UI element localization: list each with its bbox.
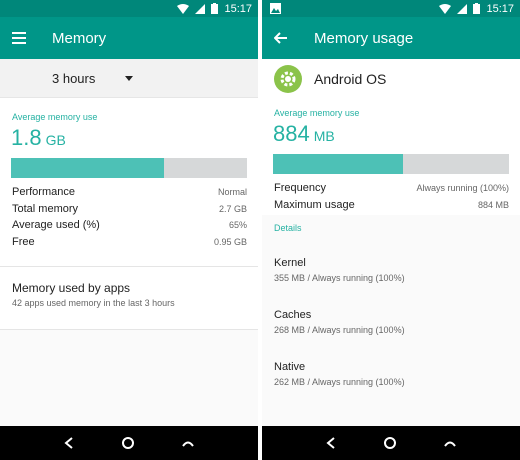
home-icon[interactable] xyxy=(383,436,397,450)
stat-row-maximum-usage: Maximum usage 884 MB xyxy=(274,199,509,216)
app-bar: Memory xyxy=(0,17,258,59)
status-bar: 15:17 xyxy=(262,0,520,17)
stat-value: Normal xyxy=(217,187,247,197)
wifi-icon xyxy=(177,3,190,14)
app-name: Android OS xyxy=(314,70,387,87)
average-memory-number: 884 xyxy=(273,121,310,146)
signal-icon xyxy=(195,3,206,14)
average-memory-value: 884 MB xyxy=(262,123,520,147)
home-icon[interactable] xyxy=(121,436,135,450)
memory-summary-card: Average memory use 884 MB Frequency Alway… xyxy=(262,98,520,215)
detail-item-native[interactable]: Native 262 MB / Always running (100%) xyxy=(262,349,520,401)
stat-label: Average used (%) xyxy=(12,219,100,231)
image-notification-icon xyxy=(270,3,281,14)
average-memory-unit: MB xyxy=(313,128,335,144)
stat-label: Total memory xyxy=(12,202,79,215)
apps-item-title: Memory used by apps xyxy=(12,281,131,295)
stat-row-average-used: Average used (%) 65% xyxy=(12,219,247,236)
recents-icon[interactable] xyxy=(182,439,195,447)
app-bar: Memory usage xyxy=(262,17,520,59)
memory-usage-bar xyxy=(273,154,509,174)
detail-title: Kernel xyxy=(274,257,306,269)
detail-item-caches[interactable]: Caches 268 MB / Always running (100%) xyxy=(262,297,520,349)
battery-icon xyxy=(211,3,219,14)
stat-value: 2.7 GB xyxy=(218,203,247,214)
average-memory-value: 1.8 GB xyxy=(0,127,258,151)
details-label: Details xyxy=(274,223,302,233)
average-memory-number: 1.8 xyxy=(11,125,42,150)
signal-icon xyxy=(457,3,468,14)
hamburger-menu-icon[interactable] xyxy=(12,32,26,44)
apps-item-subtitle: 42 apps used memory in the last 3 hours xyxy=(12,298,175,308)
app-header: Android OS xyxy=(262,59,520,98)
memory-usage-bar xyxy=(11,158,247,178)
page-title: Memory xyxy=(52,29,107,47)
detail-subtitle: 268 MB / Always running (100%) xyxy=(274,325,405,335)
stat-row-frequency: Frequency Always running (100%) xyxy=(274,182,509,199)
status-bar: 15:17 xyxy=(0,0,258,17)
wifi-icon xyxy=(439,3,452,14)
battery-icon xyxy=(473,3,481,14)
average-memory-label: Average memory use xyxy=(12,112,98,122)
memory-usage-bar-fill xyxy=(273,154,403,174)
stat-label: Free xyxy=(12,235,35,248)
average-memory-unit: GB xyxy=(45,132,66,148)
stat-label: Performance xyxy=(12,186,75,198)
stat-value: 65% xyxy=(228,220,247,230)
back-icon[interactable] xyxy=(326,437,336,449)
page-title: Memory usage xyxy=(314,29,414,47)
memory-summary-card: Average memory use 1.8 GB Performance Nor… xyxy=(0,98,258,330)
stat-row-free: Free 0.95 GB xyxy=(12,236,247,253)
divider xyxy=(0,329,258,330)
stat-label: Maximum usage xyxy=(274,198,355,211)
memory-usage-bar-fill xyxy=(11,158,165,178)
navigation-bar xyxy=(262,426,520,460)
stat-row-total-memory: Total memory 2.7 GB xyxy=(12,203,247,220)
time-range-spinner[interactable]: 3 hours xyxy=(0,59,258,98)
detail-subtitle: 355 MB / Always running (100%) xyxy=(274,273,405,283)
average-memory-label: Average memory use xyxy=(274,108,360,118)
android-os-gear-icon xyxy=(274,64,302,93)
stat-row-performance: Performance Normal xyxy=(12,186,247,203)
arrow-back-icon[interactable] xyxy=(274,32,288,44)
status-time: 15:17 xyxy=(224,2,252,15)
recents-icon[interactable] xyxy=(444,439,457,447)
dropdown-arrow-icon xyxy=(125,75,134,81)
memory-usage-screen: 15:17 Memory usage Android OS Average me… xyxy=(262,0,520,460)
memory-used-by-apps-item[interactable]: Memory used by apps 42 apps used memory … xyxy=(0,267,258,329)
time-range-value: 3 hours xyxy=(52,70,96,86)
detail-subtitle: 262 MB / Always running (100%) xyxy=(274,377,405,387)
back-icon[interactable] xyxy=(64,437,74,449)
status-time: 15:17 xyxy=(486,2,514,15)
stat-label: Frequency xyxy=(274,182,326,194)
detail-item-kernel[interactable]: Kernel 355 MB / Always running (100%) xyxy=(262,245,520,297)
memory-screen: 15:17 Memory 3 hours Average memory use … xyxy=(0,0,258,460)
detail-title: Native xyxy=(274,361,306,373)
navigation-bar xyxy=(0,426,258,460)
detail-title: Caches xyxy=(274,309,312,321)
stat-value: Always running (100%) xyxy=(416,183,509,193)
stat-value: 884 MB xyxy=(477,199,509,210)
stat-value: 0.95 GB xyxy=(213,236,247,247)
memory-stats: Frequency Always running (100%) Maximum … xyxy=(262,174,520,215)
memory-stats: Performance Normal Total memory 2.7 GB A… xyxy=(0,178,258,252)
